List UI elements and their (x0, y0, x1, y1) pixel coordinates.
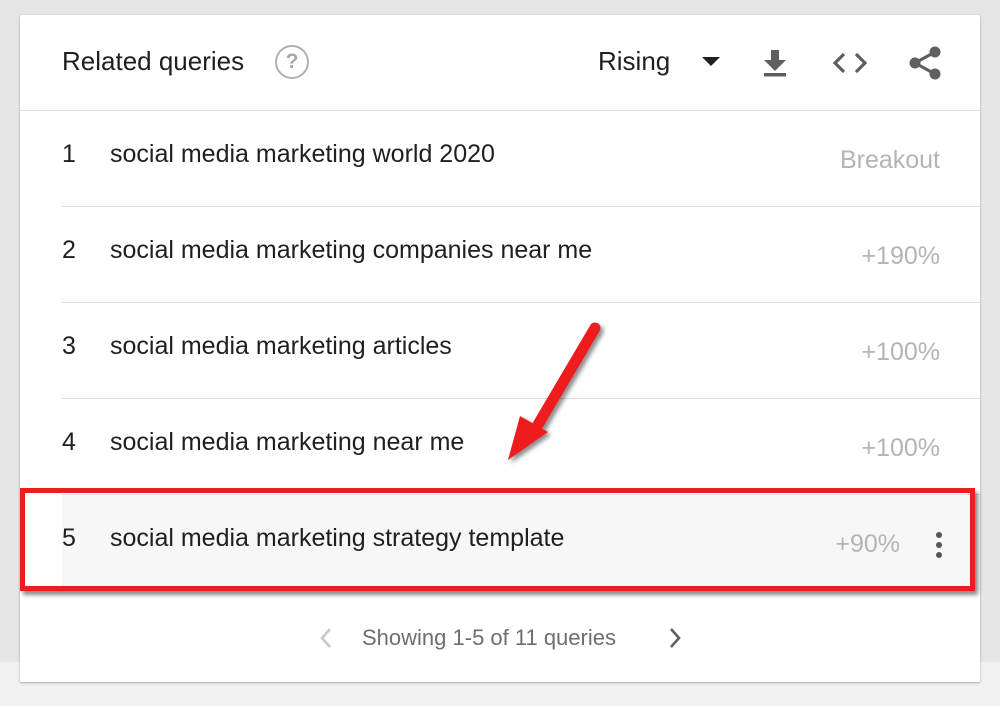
more-vert-icon[interactable] (932, 525, 946, 565)
download-icon[interactable] (755, 43, 795, 83)
query-value: +90% (835, 530, 900, 558)
query-row[interactable]: 2 social media marketing companies near … (62, 207, 980, 303)
chevron-left-icon[interactable] (316, 626, 336, 650)
chevron-right-icon[interactable] (665, 626, 685, 650)
query-text[interactable]: social media marketing articles (110, 331, 452, 361)
query-rank: 5 (62, 524, 76, 552)
query-rank: 1 (62, 140, 76, 168)
query-value: +190% (861, 242, 940, 270)
query-value: +100% (861, 434, 940, 462)
related-queries-card: Related queries ? Rising 1 social media … (20, 15, 980, 682)
query-row[interactable]: 4 social media marketing near me +100% (62, 399, 980, 495)
share-icon[interactable] (905, 43, 945, 83)
query-rank: 2 (62, 236, 76, 264)
caret-down-icon (702, 57, 720, 66)
pagination: Showing 1-5 of 11 queries (20, 620, 980, 656)
embed-code-icon[interactable] (830, 43, 870, 83)
query-row[interactable]: 1 social media marketing world 2020 Brea… (62, 111, 980, 207)
query-row-highlighted[interactable]: 5 social media marketing strategy templa… (62, 495, 980, 590)
help-circle-icon[interactable]: ? (275, 45, 309, 79)
query-value: Breakout (839, 146, 940, 174)
query-text[interactable]: social media marketing world 2020 (110, 139, 495, 169)
query-text[interactable]: social media marketing companies near me (110, 235, 592, 265)
query-value: +100% (861, 338, 940, 366)
card-header: Related queries ? Rising (20, 15, 980, 111)
pagination-text: Showing 1-5 of 11 queries (362, 625, 616, 650)
query-text[interactable]: social media marketing near me (110, 427, 464, 457)
query-rank: 3 (62, 332, 76, 360)
filter-selected-label: Rising (598, 46, 671, 76)
widget-title: Related queries (62, 46, 245, 76)
query-text[interactable]: social media marketing strategy template (110, 523, 564, 553)
query-rank: 4 (62, 428, 76, 456)
query-row[interactable]: 3 social media marketing articles +100% (62, 303, 980, 399)
